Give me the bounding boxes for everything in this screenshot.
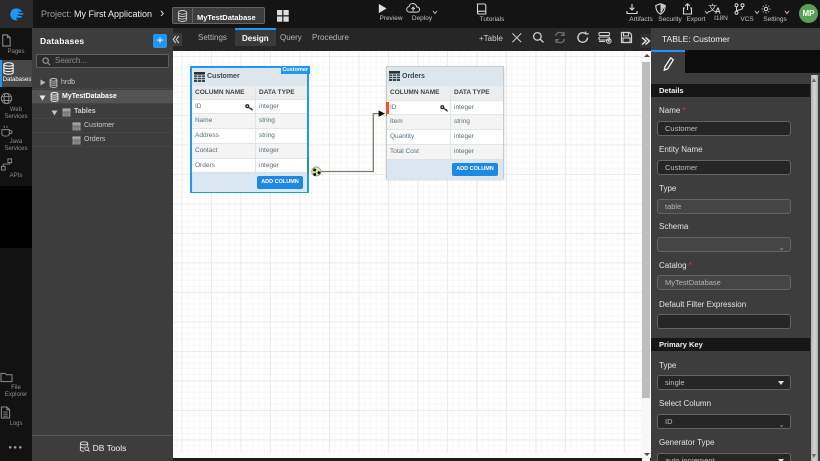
svg-text:A: A: [715, 7, 721, 15]
